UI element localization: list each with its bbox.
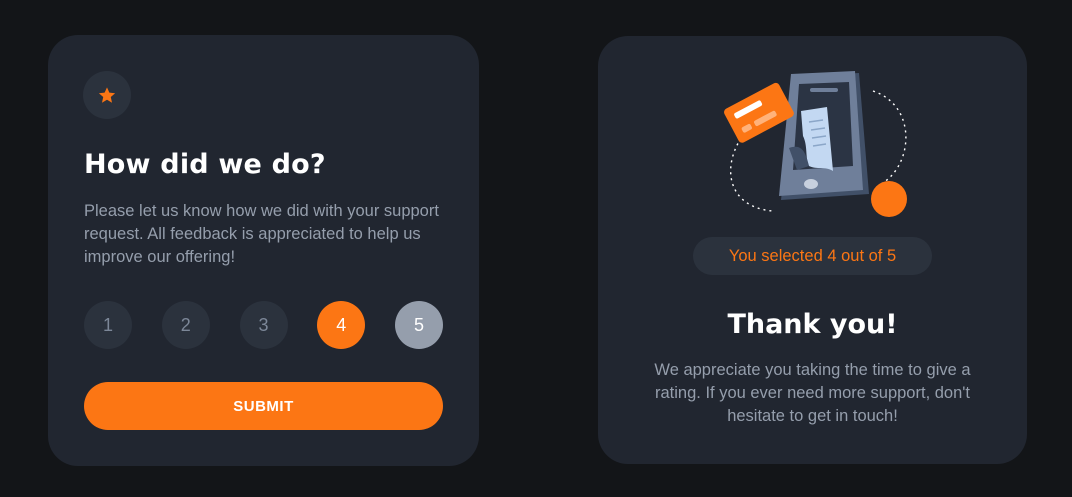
selected-rating-pill: You selected 4 out of 5: [693, 237, 932, 275]
rating-description: Please let us know how we did with your …: [84, 202, 439, 266]
rating-button-5[interactable]: 5: [395, 301, 443, 349]
submit-button[interactable]: SUBMIT: [84, 382, 443, 430]
star-icon: [98, 86, 116, 103]
rating-button-3[interactable]: 3: [239, 301, 288, 349]
rating-options: 1 2 3 4 5: [84, 301, 443, 349]
thank-you-card: You selected 4 out of 5 Thank you! We ap…: [598, 36, 1027, 464]
phone-receipt-card-illustration: [724, 71, 907, 217]
rating-button-4[interactable]: 4: [317, 301, 366, 349]
rating-button-1[interactable]: 1: [84, 301, 132, 349]
rating-button-2[interactable]: 2: [161, 301, 210, 349]
rating-card: How did we do? Please let us know how we…: [48, 35, 479, 466]
rating-title: How did we do?: [84, 149, 326, 180]
thank-you-description: We appreciate you taking the time to giv…: [654, 361, 971, 425]
star-badge: [83, 71, 131, 119]
thank-you-title: Thank you!: [727, 309, 898, 340]
